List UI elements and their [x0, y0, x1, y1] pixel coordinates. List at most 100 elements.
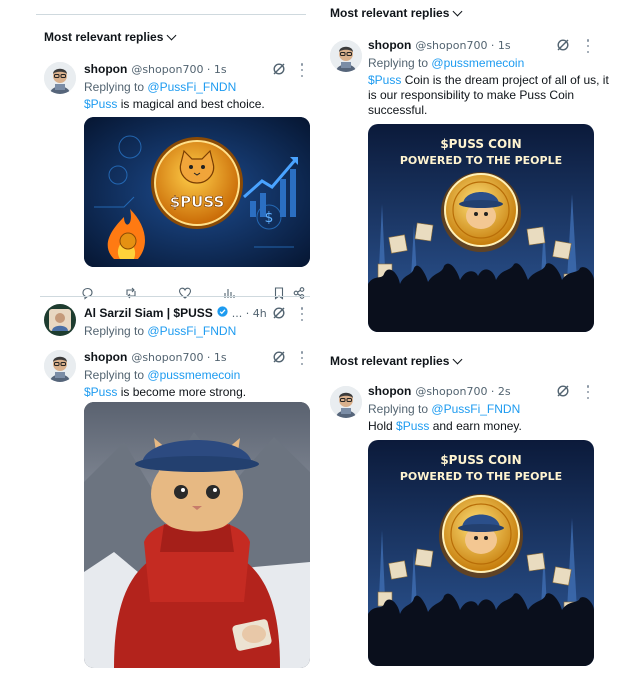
avatar[interactable] — [44, 350, 76, 382]
more-options-icon[interactable] — [300, 307, 304, 321]
avatar-image — [330, 40, 362, 72]
right-top-reply-panel: Most relevant replies shopon @shopon700 … — [322, 0, 622, 340]
tweet-text: $Puss is become more strong. — [84, 385, 316, 400]
tweet-media-image[interactable]: $PUSS COIN POWERED TO THE PEOPLE — [368, 440, 594, 666]
tweet-text-rest: is become more strong. — [117, 385, 247, 399]
replying-prefix: Replying to — [368, 56, 429, 70]
reply-tweet[interactable]: shopon @shopon700 · 2s Replying to @Puss… — [322, 384, 622, 672]
grok-icon[interactable] — [556, 38, 570, 52]
chevron-down-icon — [452, 354, 463, 364]
chevron-down-icon — [166, 30, 177, 40]
coin-text: $PUSS — [170, 193, 225, 211]
puss-coin-illustration: $ $PUSS — [84, 117, 310, 267]
replying-to: Replying to @pussmemecoin — [368, 56, 524, 70]
poster-title: $PUSS COIN — [440, 453, 521, 467]
reply-icon[interactable] — [80, 286, 94, 300]
tweet-header: shopon @shopon700 · 2s — [368, 384, 511, 398]
avatar[interactable] — [330, 40, 362, 72]
tweet-text: $Puss is magical and best choice. — [84, 97, 316, 112]
replying-to: Replying to @pussmemecoin — [84, 368, 240, 382]
tweet-text-before: Hold — [368, 419, 397, 433]
puss-coin-poster: $PUSS COIN POWERED TO THE PEOPLE — [368, 124, 594, 332]
grok-icon[interactable] — [272, 62, 286, 76]
display-name[interactable]: Al Sarzil Siam | $PUSS — [84, 306, 213, 320]
reply-tweet[interactable]: Al Sarzil Siam | $PUSS ... · 4h Replying… — [36, 304, 320, 350]
tweet-header: shopon @shopon700 · 1s — [84, 62, 227, 76]
grok-icon[interactable] — [556, 384, 570, 398]
tweet-header: shopon @shopon700 · 1s — [84, 350, 227, 364]
avatar[interactable] — [330, 386, 362, 418]
tweet-text: $Puss Coin is the dream project of all o… — [368, 73, 618, 118]
left-reply-panel: Most relevant replies shopon @shopon700 … — [36, 14, 320, 674]
bookmark-icon[interactable] — [272, 286, 286, 300]
sort-replies-dropdown[interactable]: Most relevant replies — [44, 30, 177, 44]
right-bottom-reply-panel: Most relevant replies shopon @shopon700 … — [322, 346, 622, 672]
tweet-header: Al Sarzil Siam | $PUSS ... · 4h — [84, 306, 267, 320]
avatar[interactable] — [44, 304, 76, 336]
more-options-icon[interactable] — [586, 385, 590, 399]
tweet-text-rest: and earn money. — [429, 419, 522, 433]
mention-link[interactable]: @pussmemecoin — [147, 368, 240, 382]
divider — [40, 296, 310, 297]
handle-time[interactable]: @shopon700 · 1s — [415, 39, 510, 52]
avatar-image — [44, 304, 76, 336]
tweet-header: shopon @shopon700 · 1s — [368, 38, 511, 52]
sort-label: Most relevant replies — [330, 6, 450, 20]
chevron-down-icon — [452, 6, 463, 16]
tweet-media-image[interactable] — [84, 402, 310, 668]
more-options-icon[interactable] — [300, 351, 304, 365]
replying-prefix: Replying to — [84, 368, 145, 382]
mention-link[interactable]: @PussFi_FNDN — [147, 324, 236, 338]
avatar[interactable] — [44, 62, 76, 94]
cashtag-link[interactable]: $Puss — [84, 97, 117, 111]
poster-subtitle: POWERED TO THE PEOPLE — [400, 154, 562, 167]
cat-in-red-cloak-illustration — [84, 402, 310, 668]
cashtag-link[interactable]: $Puss — [396, 419, 429, 433]
reply-tweet[interactable]: shopon @shopon700 · 1s Replying to @puss… — [36, 348, 320, 674]
cashtag-link[interactable]: $Puss — [368, 73, 401, 87]
display-name[interactable]: shopon — [84, 350, 127, 364]
tweet-text: Hold $Puss and earn money. — [368, 419, 618, 434]
handle-time[interactable]: ... · 4h — [232, 307, 267, 320]
replying-prefix: Replying to — [368, 402, 429, 416]
tweet-media-image[interactable]: $ $PUSS — [84, 117, 310, 267]
avatar-image — [44, 62, 76, 94]
grok-icon[interactable] — [272, 306, 286, 320]
handle-time[interactable]: @shopon700 · 2s — [415, 385, 510, 398]
tweet-text-rest: Coin is the dream project of all of us, … — [368, 73, 609, 117]
cashtag-link[interactable]: $Puss — [84, 385, 117, 399]
grok-icon[interactable] — [272, 350, 286, 364]
retweet-icon[interactable] — [124, 286, 138, 300]
like-icon[interactable] — [178, 286, 192, 300]
divider — [36, 14, 306, 15]
more-options-icon[interactable] — [300, 63, 304, 77]
tweet-actions-bar — [80, 286, 310, 300]
display-name[interactable]: shopon — [84, 62, 127, 76]
display-name[interactable]: shopon — [368, 384, 411, 398]
avatar-image — [330, 386, 362, 418]
replying-to: Replying to @PussFi_FNDN — [368, 402, 520, 416]
avatar-image — [44, 350, 76, 382]
poster-title: $PUSS COIN — [440, 137, 521, 151]
replying-prefix: Replying to — [84, 80, 145, 94]
mention-link[interactable]: @PussFi_FNDN — [147, 80, 236, 94]
replying-to: Replying to @PussFi_FNDN — [84, 80, 236, 94]
handle-time[interactable]: @shopon700 · 1s — [131, 351, 226, 364]
views-icon[interactable] — [222, 286, 236, 300]
replying-to: Replying to @PussFi_FNDN — [84, 324, 236, 338]
verified-badge-icon — [217, 306, 228, 317]
display-name[interactable]: shopon — [368, 38, 411, 52]
reply-tweet[interactable]: shopon @shopon700 · 1s Replying to @Puss… — [36, 60, 320, 310]
tweet-media-image[interactable]: $PUSS COIN POWERED TO THE PEOPLE — [368, 124, 594, 332]
tweet-text-rest: is magical and best choice. — [117, 97, 265, 111]
sort-replies-dropdown[interactable]: Most relevant replies — [330, 354, 463, 368]
mention-link[interactable]: @pussmemecoin — [431, 56, 524, 70]
reply-tweet[interactable]: shopon @shopon700 · 1s Replying to @puss… — [322, 38, 622, 338]
handle-time[interactable]: @shopon700 · 1s — [131, 63, 226, 76]
poster-subtitle: POWERED TO THE PEOPLE — [400, 470, 562, 483]
mention-link[interactable]: @PussFi_FNDN — [431, 402, 520, 416]
share-icon[interactable] — [292, 286, 306, 300]
replying-prefix: Replying to — [84, 324, 145, 338]
more-options-icon[interactable] — [586, 39, 590, 53]
sort-replies-dropdown[interactable]: Most relevant replies — [330, 6, 463, 20]
